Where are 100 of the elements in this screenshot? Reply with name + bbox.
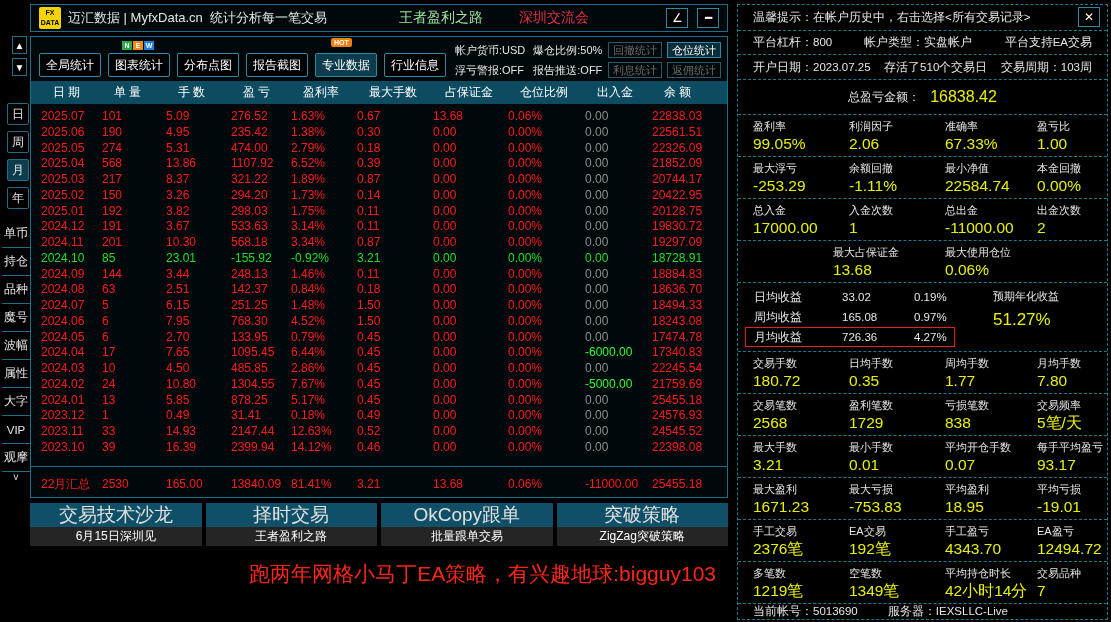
table-cell-text: 0.00 <box>585 313 610 330</box>
stat-label: 准确率 <box>945 119 979 134</box>
stat-value: 99.05% <box>753 134 807 153</box>
table-cell-text: 2024.12 <box>41 219 86 235</box>
stat-label: EA交易 <box>849 524 887 539</box>
more-button[interactable]: ˅ <box>2 472 30 486</box>
toolbar-button[interactable]: 全局统计 <box>39 53 101 77</box>
table-cell-text: 142.37 <box>231 282 269 298</box>
scroll-down-button[interactable]: ▼ <box>12 58 27 76</box>
toolbar-button[interactable]: 报告截图 <box>246 53 308 77</box>
restore-button[interactable]: ∠ <box>666 8 688 28</box>
table-cell-text: 0.00 <box>433 250 458 267</box>
table-cell-text: 1.50 <box>357 313 382 330</box>
table-cell-text: 274 <box>102 140 124 157</box>
table-cell-text: 0.00 <box>433 140 458 157</box>
stats-button[interactable]: 利息统计 <box>608 62 663 78</box>
table-cell-text: 17 <box>102 345 117 361</box>
stat-value: 1219笔 <box>753 581 805 600</box>
stat-label: 周均收益 <box>754 309 803 325</box>
table-cell-text: 2.86% <box>291 361 327 377</box>
table-cell-text: 63 <box>102 282 117 298</box>
table-cell-text: -0.92% <box>291 250 331 267</box>
toolbar-button[interactable]: 行业信息 <box>384 53 446 77</box>
table-cell-text: 17340.83 <box>652 345 704 361</box>
table-cell-text: 0.00% <box>508 345 544 361</box>
period-tab[interactable]: 周 <box>7 131 29 153</box>
table-cell-text: 485.85 <box>231 361 269 377</box>
table-cell-text: 24545.52 <box>652 424 704 440</box>
stat-label: 平均亏损 <box>1037 482 1082 497</box>
table-cell-text: 2025.06 <box>41 124 86 141</box>
account-info: 开户日期：2023.07.25 <box>753 59 871 75</box>
stat-value: 42小时14分 <box>945 581 1029 600</box>
banner-text: 跑两年网格小马丁EA策略，有兴趣地球:bigguy103 <box>248 561 717 588</box>
stat-label: 盈亏比 <box>1037 119 1071 134</box>
table-cell-text: 2024.10 <box>41 250 86 267</box>
toolbar-button[interactable]: 分布点图 <box>177 53 239 77</box>
stat-percent: 0.97% <box>914 311 948 323</box>
table-cell-text: 0.00 <box>433 266 458 283</box>
toolbar-button[interactable]: 图表统计 <box>108 53 170 77</box>
table-cell-text: 0.00 <box>585 235 610 251</box>
summary-cell-text: 81.41% <box>291 476 333 493</box>
stat-value: -19.01 <box>1037 497 1082 516</box>
promo-title[interactable]: 择时交易 <box>205 503 377 528</box>
stat-value: -11000.00 <box>945 218 1015 237</box>
table-cell-text: 2025.01 <box>41 203 86 220</box>
promo-subtitle[interactable]: 批量跟单交易 <box>381 527 553 547</box>
stat-value: -753.83 <box>849 497 903 516</box>
scroll-up-button[interactable]: ▲ <box>12 36 27 54</box>
period-tab[interactable]: 月 <box>7 159 29 181</box>
stats-button[interactable]: 返佣统计 <box>667 62 722 78</box>
table-cell-text: 0.00 <box>433 424 458 440</box>
table-cell-text: 5.31 <box>166 140 191 157</box>
stat-value: 7 <box>1037 581 1047 600</box>
table-cell-text: 0.49 <box>357 408 382 424</box>
table-cell-text: 1.46% <box>291 266 327 283</box>
stats-button[interactable]: 回撤统计 <box>608 42 663 58</box>
stat-value: 0.07 <box>945 455 977 474</box>
table-cell-text: 7.65 <box>166 345 191 361</box>
promo-subtitle[interactable]: 王者盈利之路 <box>205 527 377 547</box>
promo-subtitle[interactable]: ZigZag突破策略 <box>556 527 728 547</box>
table-cell-text: 0.00% <box>508 361 544 377</box>
stat-label: 手工盈亏 <box>945 524 990 539</box>
table-cell-text: 0.52 <box>357 424 382 440</box>
table-cell-text: 1304.55 <box>231 376 276 393</box>
table-cell-text: 192 <box>102 203 124 220</box>
promo-link[interactable]: 王者盈利之路 <box>398 9 483 27</box>
stat-label: 每手平均盈亏 <box>1037 440 1103 455</box>
table-cell-text: 16.39 <box>166 439 198 456</box>
table-cell-text: 21759.69 <box>652 376 704 393</box>
table-cell-text: 0.00 <box>433 156 458 172</box>
period-tab[interactable]: 日 <box>7 103 29 125</box>
toolbar-button[interactable]: 专业数据 <box>315 53 377 77</box>
stats-button[interactable]: 仓位统计 <box>667 42 722 58</box>
close-button[interactable]: ✕ <box>1078 7 1100 28</box>
period-tab[interactable]: 年 <box>7 187 29 209</box>
table-cell-text: 2025.05 <box>41 140 86 157</box>
table-cell-text: -5000.00 <box>585 376 634 393</box>
promo-subtitle[interactable]: 6月15日深圳见 <box>30 527 202 547</box>
stat-value: 0.06% <box>945 260 990 279</box>
promo-title[interactable]: 交易技术沙龙 <box>30 503 202 528</box>
stat-value: 13.68 <box>833 260 873 279</box>
column-header: 手 数 <box>178 84 207 101</box>
summary-cell-text: -11000.00 <box>585 476 640 493</box>
stat-label: 亏损笔数 <box>945 398 990 413</box>
app-name: 迈汇数据 | MyfxData.cn <box>68 9 203 27</box>
promo-link[interactable]: 深圳交流会 <box>519 9 589 27</box>
table-cell-text: 0.00 <box>585 439 610 456</box>
table-cell-text: 0.00 <box>433 172 458 188</box>
stat-label: 日均收益 <box>754 289 803 305</box>
stat-amount: 165.08 <box>842 311 879 323</box>
stat-value: 22584.74 <box>945 176 1011 195</box>
table-cell-text: 0.45 <box>357 376 382 393</box>
table-cell-text: 0.00 <box>585 172 610 188</box>
minimize-button[interactable]: ━ <box>697 8 719 28</box>
table-cell-text: 2147.44 <box>231 424 276 440</box>
promo-title[interactable]: OkCopy跟单 <box>381 503 553 528</box>
promo-title[interactable]: 突破策略 <box>556 503 728 528</box>
table-cell-text: 2024.08 <box>41 282 86 298</box>
account-info: 服务器：IEXSLLC-Live <box>887 604 1008 619</box>
summary-cell-text: 2530 <box>102 476 130 493</box>
